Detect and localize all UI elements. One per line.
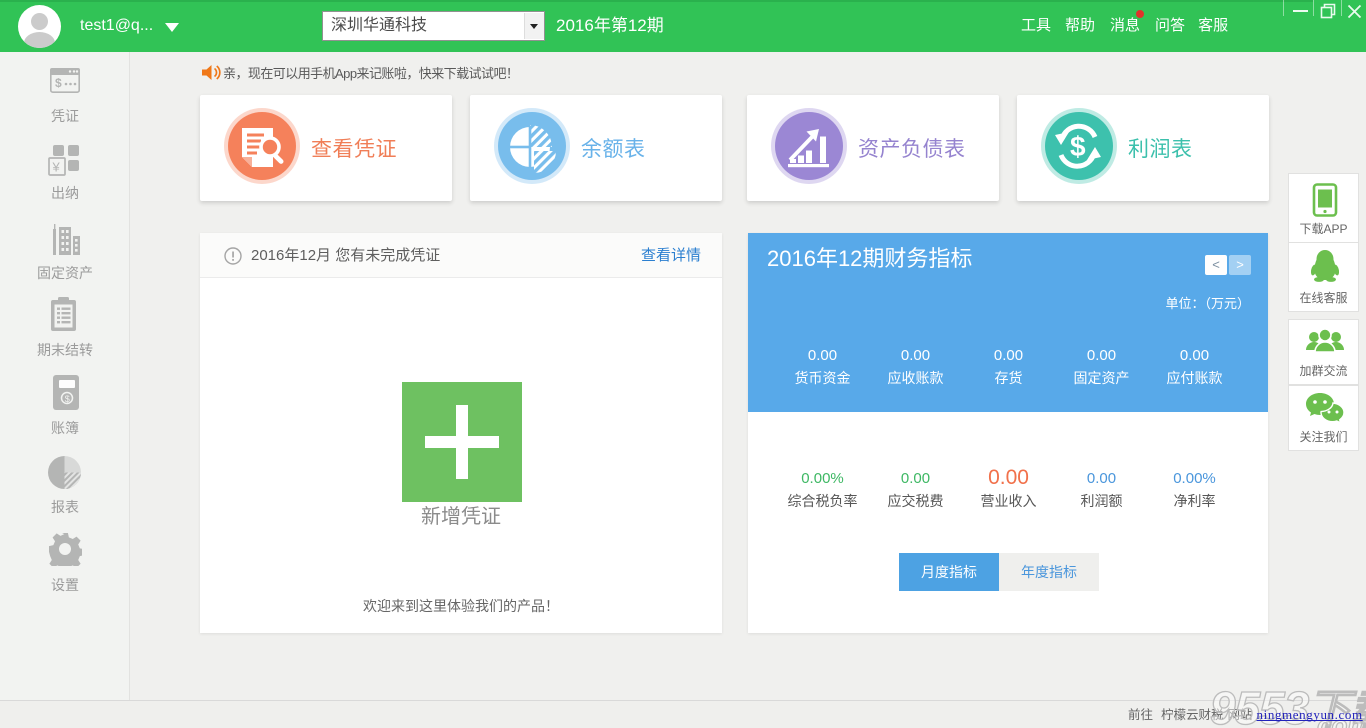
svg-text:$: $ [1070, 131, 1086, 162]
